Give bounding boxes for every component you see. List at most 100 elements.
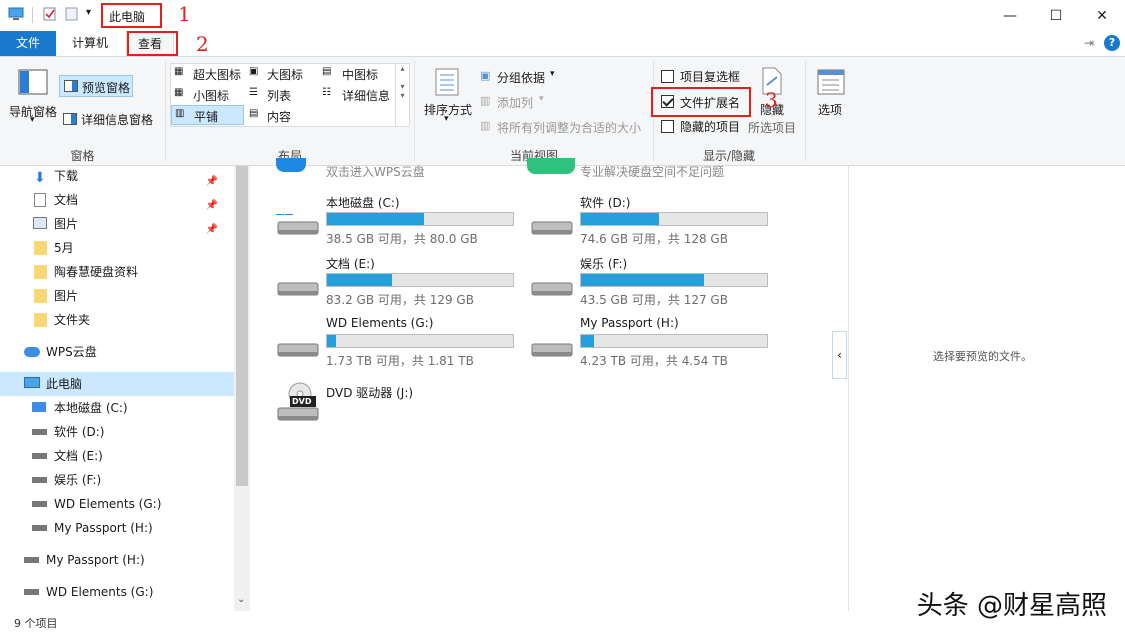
- layout-medium[interactable]: 中图标: [342, 66, 378, 83]
- wps-cloud-subtitle[interactable]: 双击进入WPS云盘: [326, 163, 425, 180]
- scroll-down-arrow[interactable]: ⌄: [237, 594, 245, 605]
- nav-item-drive[interactable]: My Passport (H:): [0, 516, 234, 540]
- drive-size: 43.5 GB 可用，共 127 GB: [580, 293, 728, 307]
- group-by-label[interactable]: 分组依据: [497, 69, 545, 86]
- layout-content[interactable]: 内容: [267, 108, 291, 125]
- nav-item-drive[interactable]: WD Elements (G:): [0, 492, 234, 516]
- nav-item-pictures[interactable]: 图片 📌: [0, 212, 234, 236]
- drive-name: 娱乐 (F:): [580, 257, 628, 271]
- annotation-number-3: 3: [765, 88, 778, 112]
- small-icons-icon: ▦: [174, 87, 184, 98]
- nav-item-wps-cloud[interactable]: WPS云盘: [0, 340, 234, 364]
- nav-item-documents[interactable]: 文档 📌: [0, 188, 234, 212]
- item-checkboxes-checkbox[interactable]: [661, 70, 674, 83]
- customize-quick-access-icon[interactable]: ▾: [86, 7, 91, 18]
- nav-item-label: 5月: [54, 241, 74, 255]
- properties-check-icon[interactable]: [42, 7, 58, 21]
- content-area: 双击进入WPS云盘 专业解决硬盘空间不足问题 本地磁盘 (C:) 38.5 GB…: [250, 158, 848, 611]
- drive-size: 4.23 TB 可用，共 4.54 TB: [580, 354, 728, 368]
- layout-large[interactable]: 大图标: [267, 66, 303, 83]
- drive-icon: [32, 429, 47, 435]
- drive-tile[interactable]: 娱乐 (F:) 43.5 GB 可用，共 127 GB: [530, 255, 780, 313]
- layout-extra-large[interactable]: 超大图标: [193, 66, 241, 83]
- nav-item-drive[interactable]: 软件 (D:): [0, 420, 234, 444]
- layout-list[interactable]: 列表: [267, 87, 291, 104]
- group-separator: [414, 61, 415, 161]
- layout-small[interactable]: 小图标: [193, 87, 229, 104]
- navigation-pane-icon[interactable]: [18, 69, 48, 95]
- capacity-bar-fill: [327, 335, 337, 347]
- drive-tile[interactable]: My Passport (H:) 4.23 TB 可用，共 4.54 TB: [530, 316, 780, 374]
- preview-pane-button[interactable]: 预览窗格: [59, 75, 133, 97]
- capacity-bar: [326, 212, 514, 226]
- divider: [32, 7, 33, 23]
- folder-icon: [34, 265, 47, 279]
- drive-tile[interactable]: 软件 (D:) 74.6 GB 可用，共 128 GB: [530, 194, 780, 252]
- sort-by-icon[interactable]: [434, 67, 464, 97]
- computer-icon[interactable]: [8, 7, 24, 21]
- collapse-preview-chevron-icon[interactable]: ‹: [832, 331, 847, 379]
- drive-size: 1.73 TB 可用，共 1.81 TB: [326, 354, 474, 368]
- nav-item-label: 娱乐 (F:): [54, 473, 102, 487]
- drive-tile[interactable]: 文档 (E:) 83.2 GB 可用，共 129 GB: [276, 255, 526, 313]
- drive-size: 83.2 GB 可用，共 129 GB: [326, 293, 474, 307]
- capacity-bar: [580, 334, 768, 348]
- options-icon[interactable]: [817, 69, 845, 95]
- nav-item-drive[interactable]: WD Elements (G:): [0, 580, 234, 604]
- chevron-down-icon[interactable]: ▾: [30, 115, 35, 125]
- nav-item-drive[interactable]: 本地磁盘 (C:): [0, 396, 234, 420]
- download-arrow-icon: ⬇: [34, 170, 46, 186]
- wps-cloud-icon: [276, 158, 306, 172]
- nav-item-downloads[interactable]: ⬇ 下载 📌: [0, 164, 234, 188]
- drive-icon: [32, 453, 47, 459]
- tab-file[interactable]: 文件: [0, 31, 56, 56]
- hidden-items-checkbox[interactable]: [661, 120, 674, 133]
- new-folder-icon[interactable]: [64, 7, 80, 21]
- annotation-box-file-extensions: [651, 87, 751, 117]
- drive-tile[interactable]: 本地磁盘 (C:) 38.5 GB 可用，共 80.0 GB: [276, 194, 526, 252]
- nav-item-drive[interactable]: 娱乐 (F:): [0, 468, 234, 492]
- drive-name: 文档 (E:): [326, 257, 375, 271]
- options-label[interactable]: 选项: [818, 101, 842, 118]
- nav-item-label: 此电脑: [46, 377, 83, 391]
- tab-computer[interactable]: 计算机: [60, 31, 120, 56]
- nav-item-this-pc[interactable]: 此电脑: [0, 372, 234, 396]
- item-checkboxes-label[interactable]: 项目复选框: [680, 68, 740, 85]
- nav-item-label: 文档 (E:): [54, 449, 103, 463]
- layout-tiles-button[interactable]: ▥ 平铺: [171, 105, 244, 125]
- hidden-items-label[interactable]: 隐藏的项目: [680, 118, 740, 135]
- nav-scrollbar[interactable]: ⌄: [234, 166, 250, 611]
- nav-item-folder[interactable]: 5月: [0, 236, 234, 260]
- pin-ribbon-icon[interactable]: ⇥: [1084, 36, 1094, 50]
- nav-item-label: 图片: [54, 217, 79, 231]
- layout-tiles: 平铺: [194, 110, 219, 124]
- cloud-icon: [24, 347, 40, 357]
- minimize-button[interactable]: —: [987, 0, 1033, 31]
- large-icons-icon: ▣: [249, 66, 259, 77]
- close-button[interactable]: ✕: [1079, 0, 1125, 31]
- details-pane-icon[interactable]: [63, 113, 77, 125]
- help-icon[interactable]: ?: [1104, 35, 1120, 51]
- chevron-down-icon[interactable]: ▾: [550, 69, 555, 79]
- ribbon: 导航窗格 ▾ 预览窗格 详细信息窗格 窗格 ▦ 超大图标 ▣ 大图标 ▤ 中图标…: [0, 56, 1125, 166]
- layout-details[interactable]: 详细信息: [342, 87, 390, 104]
- nav-item-drive[interactable]: My Passport (H:): [0, 548, 234, 572]
- nav-item-label: 图片: [54, 289, 79, 303]
- chevron-down-icon[interactable]: ▾: [444, 114, 449, 124]
- nav-item-folder[interactable]: 文件夹: [0, 308, 234, 332]
- nav-item-folder[interactable]: 图片: [0, 284, 234, 308]
- nav-item-folder[interactable]: 陶春慧硬盘资料: [0, 260, 234, 284]
- layout-gallery-scroll[interactable]: ▴ ▾ ▾: [395, 64, 409, 126]
- capacity-bar-fill: [327, 213, 424, 225]
- scrollbar-thumb[interactable]: [236, 166, 248, 486]
- app-subtitle[interactable]: 专业解决硬盘空间不足问题: [580, 163, 724, 180]
- nav-item-drive[interactable]: 文档 (E:): [0, 444, 234, 468]
- drive-tile[interactable]: WD Elements (G:) 1.73 TB 可用，共 1.81 TB: [276, 316, 526, 374]
- maximize-button[interactable]: ☐: [1033, 0, 1079, 31]
- dvd-drive-tile[interactable]: DVD DVD 驱动器 (J:): [276, 382, 526, 440]
- capacity-bar: [580, 212, 768, 226]
- details-pane-label[interactable]: 详细信息窗格: [81, 111, 153, 128]
- extra-large-icons-icon: ▦: [174, 66, 184, 77]
- drive-name: WD Elements (G:): [326, 316, 434, 330]
- hide-selected-label-2[interactable]: 所选项目: [748, 119, 796, 136]
